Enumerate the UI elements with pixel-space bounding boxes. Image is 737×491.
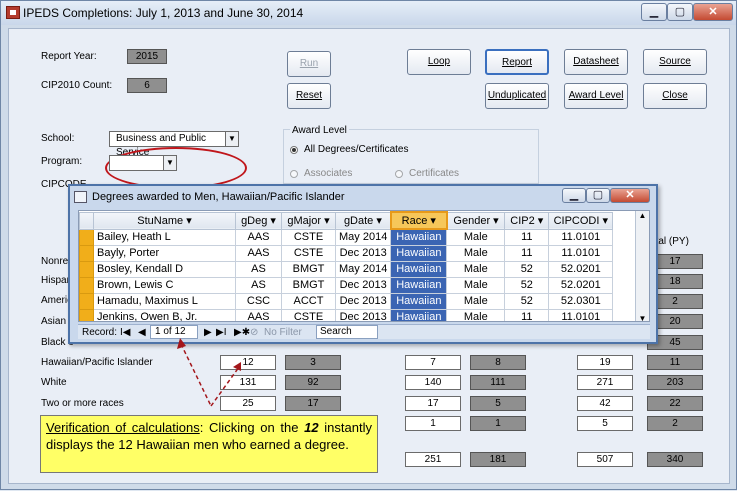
- callout-emphasis: 12: [304, 420, 319, 435]
- dashed-arrow-line: [210, 366, 240, 407]
- callout-heading: Verification of calculations: [46, 420, 200, 435]
- callout-text: : Clicking on the: [199, 420, 305, 435]
- app-window: IPEDS Completions: July 1, 2013 and June…: [0, 0, 737, 490]
- arrow-head-icon: [177, 338, 186, 349]
- dashed-arrow-line: [180, 343, 212, 407]
- annotation-callout: Verification of calculations: Clicking o…: [40, 415, 378, 473]
